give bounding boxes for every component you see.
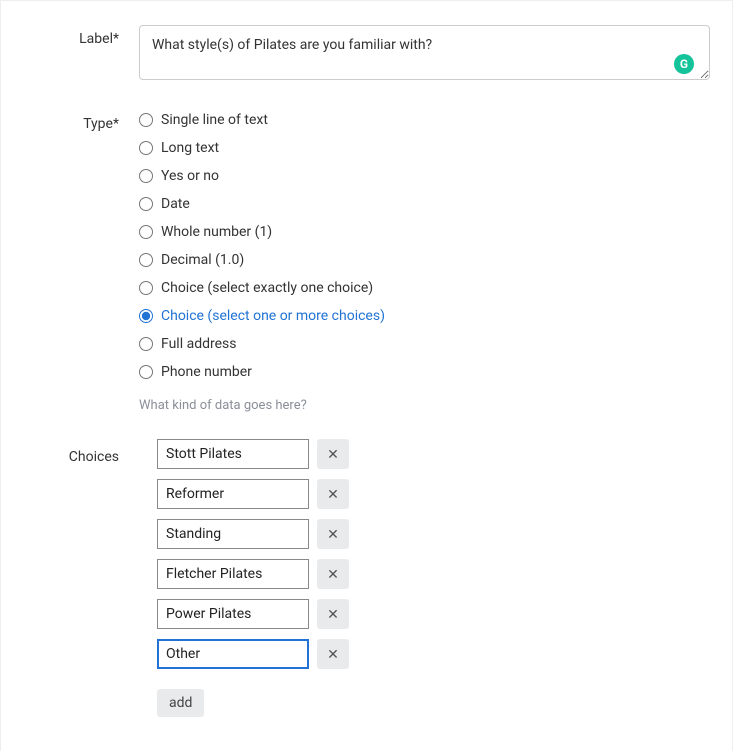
choice-row: ✕ (157, 479, 710, 509)
type-radio-label: Yes or no (161, 168, 219, 184)
field-row-type: Type* Single line of text Long text Yes or… (23, 110, 710, 413)
label-textarea[interactable] (139, 25, 710, 80)
choice-input-0[interactable] (157, 439, 309, 469)
remove-choice-button[interactable]: ✕ (317, 639, 349, 669)
type-option-7[interactable]: Choice (select one or more choices) (139, 308, 710, 324)
label-body: G (139, 25, 710, 84)
type-option-5[interactable]: Decimal (1.0) (139, 252, 710, 268)
close-icon: ✕ (327, 566, 339, 583)
label-caption: Label* (23, 25, 139, 47)
type-radio-1[interactable] (139, 141, 153, 155)
type-radio-label: Phone number (161, 364, 252, 380)
choice-row: ✕ (157, 519, 710, 549)
choice-input-5[interactable] (157, 639, 309, 669)
choice-input-4[interactable] (157, 599, 309, 629)
choice-row: ✕ (157, 639, 710, 669)
type-radio-label: Choice (select one or more choices) (161, 308, 385, 324)
close-icon: ✕ (327, 526, 339, 543)
form-container: Label* G Type* Single line of text Long t… (0, 0, 733, 751)
remove-choice-button[interactable]: ✕ (317, 599, 349, 629)
type-option-1[interactable]: Long text (139, 140, 710, 156)
type-radio-8[interactable] (139, 337, 153, 351)
type-radio-7[interactable] (139, 309, 153, 323)
type-option-0[interactable]: Single line of text (139, 112, 710, 128)
type-radio-label: Full address (161, 336, 236, 352)
type-radio-label: Single line of text (161, 112, 268, 128)
type-radio-6[interactable] (139, 281, 153, 295)
type-radio-label: Long text (161, 140, 219, 156)
remove-choice-button[interactable]: ✕ (317, 519, 349, 549)
close-icon: ✕ (327, 606, 339, 623)
type-radio-9[interactable] (139, 365, 153, 379)
choice-input-3[interactable] (157, 559, 309, 589)
type-radio-label: Choice (select exactly one choice) (161, 280, 373, 296)
type-body: Single line of text Long text Yes or no Dat… (139, 110, 710, 413)
close-icon: ✕ (327, 446, 339, 463)
type-radio-5[interactable] (139, 253, 153, 267)
remove-choice-button[interactable]: ✕ (317, 479, 349, 509)
type-radio-3[interactable] (139, 197, 153, 211)
type-radio-label: Whole number (1) (161, 224, 272, 240)
type-option-4[interactable]: Whole number (1) (139, 224, 710, 240)
type-radio-2[interactable] (139, 169, 153, 183)
type-radio-label: Date (161, 196, 190, 212)
type-option-8[interactable]: Full address (139, 336, 710, 352)
type-radio-label: Decimal (1.0) (161, 252, 244, 268)
type-radio-0[interactable] (139, 113, 153, 127)
choices-list: ✕ ✕ ✕ ✕ ✕ ✕ (139, 439, 710, 669)
type-hint: What kind of data goes here? (139, 398, 710, 413)
choice-row: ✕ (157, 599, 710, 629)
remove-choice-button[interactable]: ✕ (317, 559, 349, 589)
choice-row: ✕ (157, 559, 710, 589)
field-row-choices: Choices ✕ ✕ ✕ ✕ ✕ ✕ add (23, 439, 710, 717)
close-icon: ✕ (327, 646, 339, 663)
choice-input-1[interactable] (157, 479, 309, 509)
choice-row: ✕ (157, 439, 710, 469)
add-area: add (139, 689, 710, 717)
choices-caption: Choices (23, 439, 139, 465)
field-row-label: Label* G (23, 25, 710, 84)
type-radio-4[interactable] (139, 225, 153, 239)
choice-input-2[interactable] (157, 519, 309, 549)
type-option-3[interactable]: Date (139, 196, 710, 212)
choices-body: ✕ ✕ ✕ ✕ ✕ ✕ add (139, 439, 710, 717)
close-icon: ✕ (327, 486, 339, 503)
type-option-9[interactable]: Phone number (139, 364, 710, 380)
type-option-2[interactable]: Yes or no (139, 168, 710, 184)
type-option-6[interactable]: Choice (select exactly one choice) (139, 280, 710, 296)
remove-choice-button[interactable]: ✕ (317, 439, 349, 469)
add-button[interactable]: add (157, 689, 204, 717)
type-caption: Type* (23, 110, 139, 132)
type-radio-list: Single line of text Long text Yes or no Dat… (139, 110, 710, 380)
